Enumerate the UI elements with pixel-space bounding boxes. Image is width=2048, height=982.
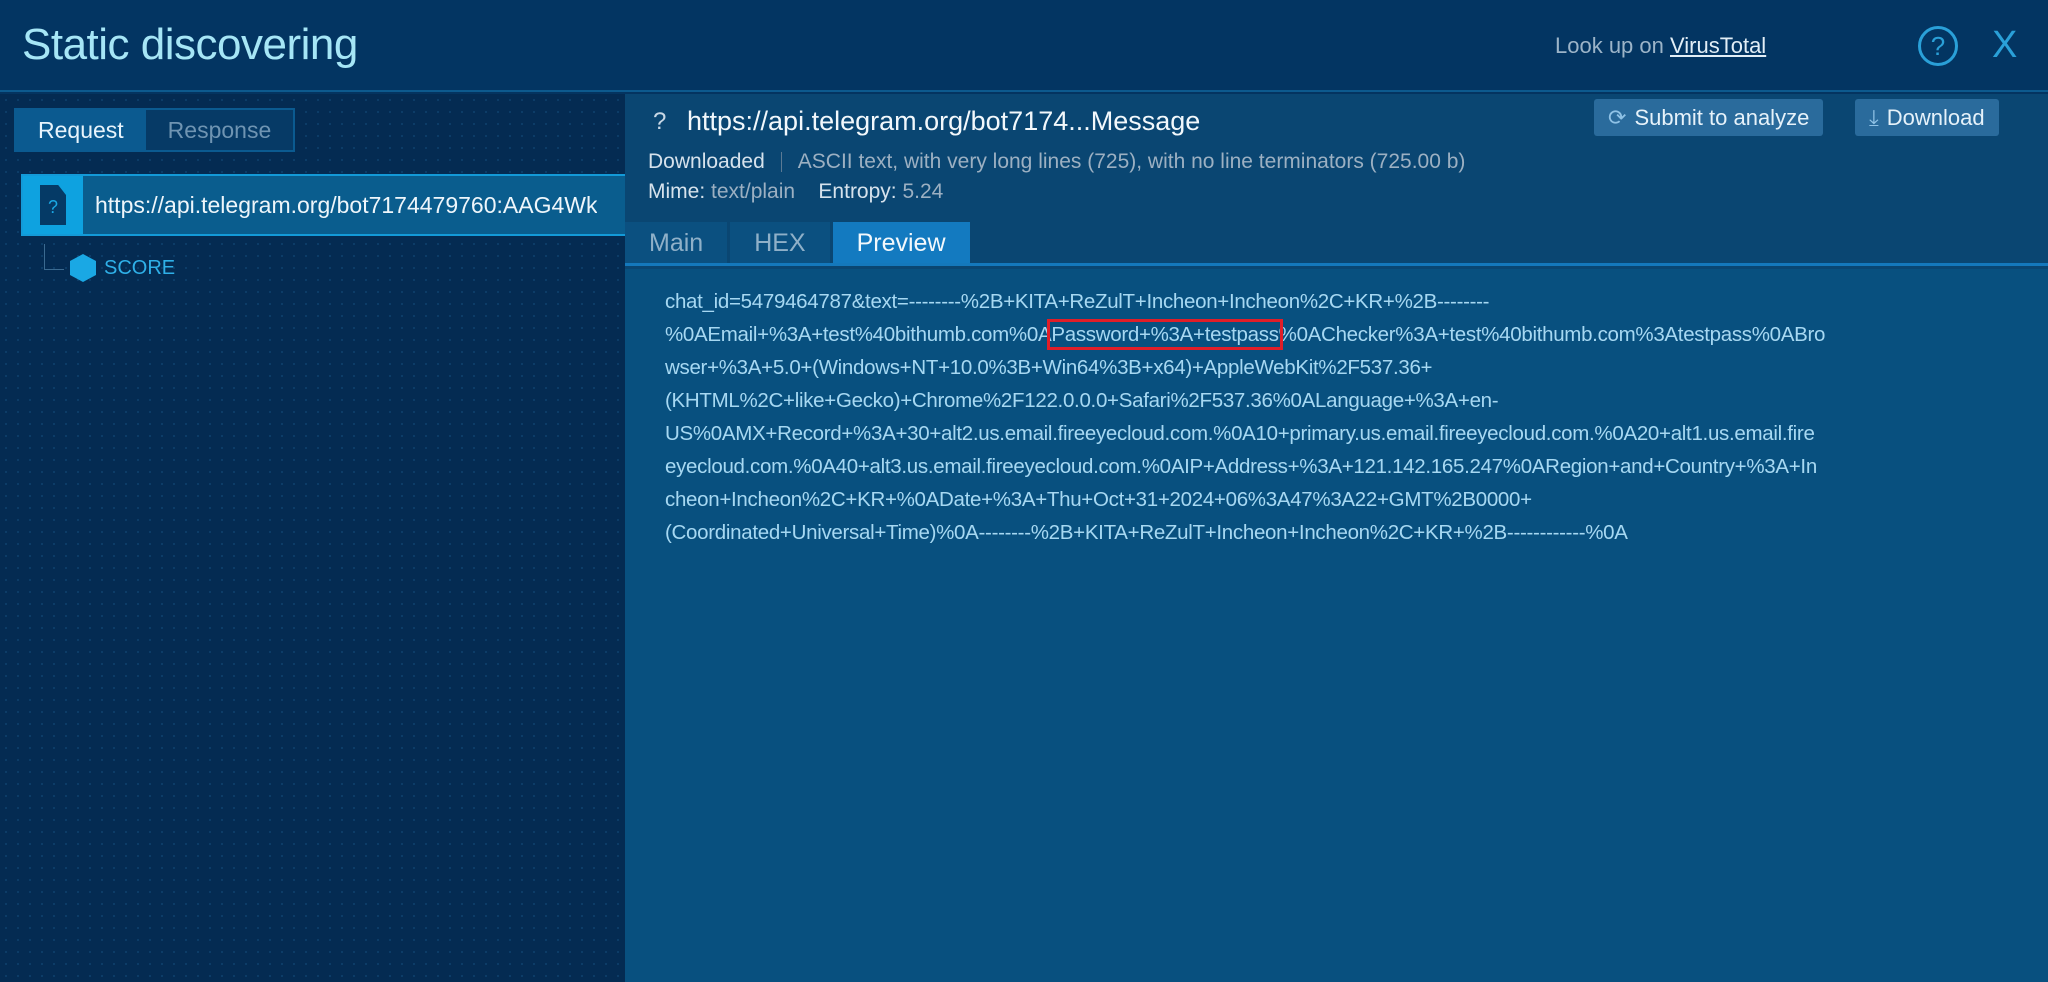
text-segment: %0AEmail+%3A+test%40bithumb.com%0A: [665, 323, 1052, 346]
preview-content: chat_id=5479464787&text=--------%2B+KITA…: [625, 269, 2048, 982]
preview-line: (Coordinated+Universal+Time)%0A--------%…: [665, 521, 1628, 544]
left-panel: Request Response ? https://api.telegram.…: [0, 94, 625, 982]
score-label: SCORE: [104, 256, 176, 279]
download-label: Download: [1886, 105, 1985, 130]
node-icon-box: ?: [23, 176, 83, 234]
description: ASCII text, with very long lines (725), …: [797, 150, 1466, 173]
download-icon: ⤓: [1869, 105, 1879, 130]
preview-line: cheon+Incheon%2C+KR+%0ADate+%3A+Thu+Oct+…: [665, 488, 1532, 511]
preview-line: eyecloud.com.%0A40+alt3.us.email.fireeye…: [665, 455, 1817, 478]
divider: [780, 152, 782, 173]
tab-request[interactable]: Request: [16, 110, 146, 150]
lookup-prefix: Look up on: [1555, 33, 1664, 58]
mime-value: text/plain: [711, 180, 796, 203]
right-panel: ? https://api.telegram.org/bot7174...Mes…: [625, 94, 2048, 982]
file-info: Downloaded ASCII text, with very long lin…: [648, 150, 1465, 174]
preview-line: wser+%3A+5.0+(Windows+NT+10.0%3B+Win64%3…: [665, 356, 1433, 379]
highlighted-password: Password+%3A+testpass: [1047, 319, 1283, 350]
tab-hex[interactable]: HEX: [730, 222, 830, 263]
close-icon[interactable]: X: [1992, 24, 2017, 67]
entropy-value: 5.24: [902, 180, 944, 203]
tree-node-url[interactable]: ? https://api.telegram.org/bot7174479760…: [21, 174, 625, 236]
refresh-icon: ⟳: [1608, 105, 1627, 130]
help-icon[interactable]: ?: [1918, 26, 1958, 66]
request-response-toggle: Request Response: [14, 108, 296, 152]
preview-line: (KHTML%2C+like+Gecko)+Chrome%2F122.0.0.0…: [665, 389, 1499, 412]
mime-label: Mime:: [648, 180, 706, 203]
file-meta: Mime: text/plain Entropy: 5.24: [648, 180, 943, 204]
unknown-file-icon: ?: [40, 185, 66, 225]
header: Static discovering Look up on VirusTotal…: [0, 0, 2048, 92]
entropy-label: Entropy:: [818, 180, 897, 203]
unknown-status-icon: ?: [653, 108, 667, 135]
preview-line: chat_id=5479464787&text=--------%2B+KITA…: [665, 290, 1490, 313]
cube-icon: [70, 254, 96, 282]
preview-line: %0AEmail+%3A+test%40bithumb.com%0APasswo…: [665, 318, 2048, 351]
submit-label: Submit to analyze: [1634, 105, 1810, 130]
virustotal-lookup: Look up on VirusTotal: [1555, 33, 1766, 59]
view-tabs: Main HEX Preview: [625, 222, 2048, 266]
submit-to-analyze-button[interactable]: ⟳ Submit to analyze: [1594, 99, 1824, 136]
tab-main[interactable]: Main: [625, 222, 728, 263]
node-url: https://api.telegram.org/bot7174479760:A…: [95, 191, 598, 218]
text-segment: %0AChecker%3A+test%40bithumb.com%3Atestp…: [1278, 323, 1826, 346]
page-title: Static discovering: [22, 20, 358, 69]
tab-preview[interactable]: Preview: [832, 222, 970, 263]
resource-url: https://api.telegram.org/bot7174...Messa…: [687, 106, 1201, 136]
status: Downloaded: [648, 150, 765, 173]
download-button[interactable]: ⤓ Download: [1855, 99, 1999, 136]
virustotal-link[interactable]: VirusTotal: [1670, 33, 1766, 58]
preview-line: US%0AMX+Record+%3A+30+alt2.us.email.fire…: [665, 422, 1815, 445]
tree-connector: [44, 244, 64, 270]
tree-node-score[interactable]: SCORE: [70, 254, 175, 282]
tab-response[interactable]: Response: [146, 110, 294, 150]
